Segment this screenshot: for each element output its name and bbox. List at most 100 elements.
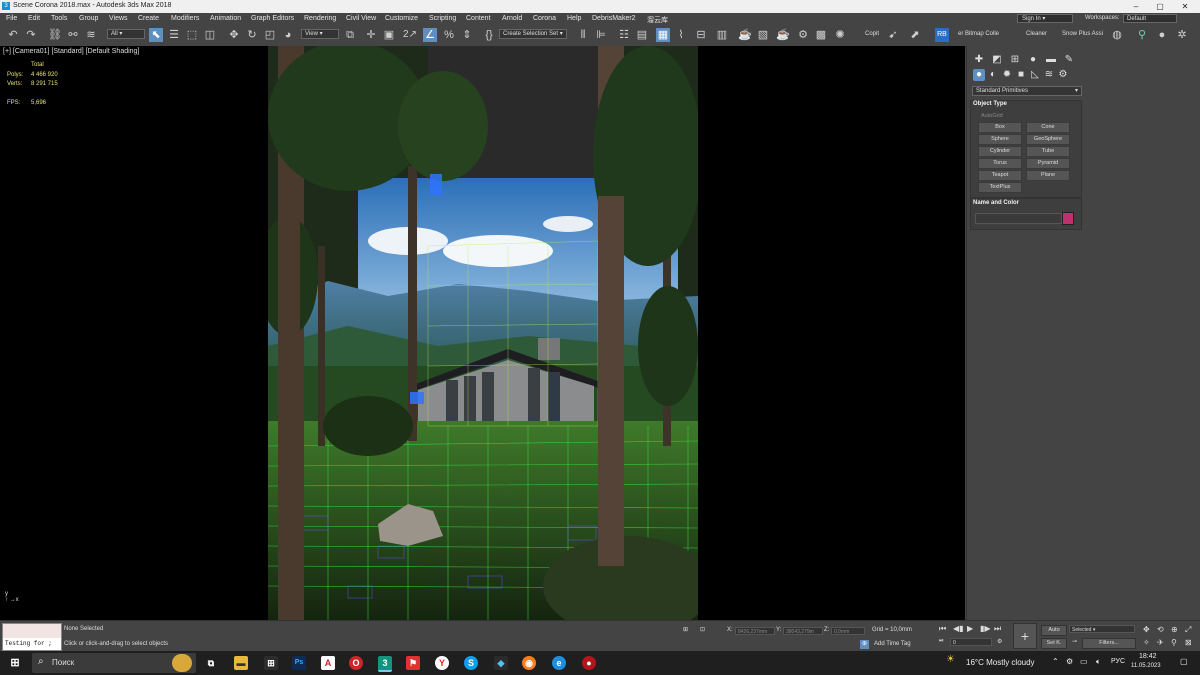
- percent-snap-icon[interactable]: %: [442, 28, 456, 42]
- bind-spacewarp-icon[interactable]: ≋: [84, 28, 98, 42]
- scene-explorer-icon[interactable]: ▦: [656, 28, 670, 42]
- undo-icon[interactable]: ↶: [6, 28, 20, 42]
- rect-selection-icon[interactable]: ⬚: [185, 28, 199, 42]
- dot-icon[interactable]: ●: [1155, 28, 1169, 42]
- motion-tab-icon[interactable]: ●: [1027, 54, 1039, 66]
- cameras-icon[interactable]: ■: [1015, 69, 1027, 81]
- clock-date[interactable]: 11.05.2023: [1131, 663, 1161, 669]
- named-selection-select[interactable]: Create Selection Set ▾: [499, 29, 567, 39]
- menu-graph-editors[interactable]: Graph Editors: [251, 15, 294, 22]
- hierarchy-tab-icon[interactable]: ⊞: [1009, 54, 1021, 66]
- go-to-end-icon[interactable]: ⏭: [994, 624, 1001, 634]
- 3dsmax-taskbar-icon[interactable]: 3: [378, 656, 392, 672]
- pan-view-icon[interactable]: ✥: [1143, 625, 1150, 634]
- rendered-frame-icon[interactable]: ▧: [756, 28, 770, 42]
- record-app-icon[interactable]: ●: [582, 656, 596, 670]
- autogrid-checkbox[interactable]: AutoGrid: [981, 113, 1003, 119]
- teapot-button[interactable]: Teapot: [978, 170, 1022, 181]
- rb-button[interactable]: RB: [935, 28, 949, 42]
- select-by-name-icon[interactable]: ☰: [167, 28, 181, 42]
- workspaces-select[interactable]: Default: [1123, 14, 1177, 23]
- schematic-view-icon[interactable]: ⊟: [694, 28, 708, 42]
- torus-button[interactable]: Torus: [978, 158, 1022, 169]
- taskbar-search[interactable]: ⌕ Поиск: [32, 653, 196, 673]
- select-object-icon[interactable]: ⬉: [149, 28, 163, 42]
- edge-icon[interactable]: e: [552, 656, 566, 670]
- render-cloud-icon[interactable]: ▩: [814, 28, 828, 42]
- set-key-button[interactable]: Set K.: [1041, 638, 1067, 649]
- script-arrow-icon[interactable]: ➹: [886, 28, 900, 42]
- menu-help[interactable]: Help: [567, 15, 581, 22]
- viewport[interactable]: [+] [Camera01] [Standard] [Default Shadi…: [0, 46, 965, 620]
- menu-edit[interactable]: Edit: [28, 15, 40, 22]
- acrobat-icon[interactable]: ⚑: [406, 656, 420, 670]
- camera-render-scene[interactable]: [268, 46, 698, 620]
- systems-icon[interactable]: ⚙: [1057, 69, 1069, 81]
- menu-corona[interactable]: Corona: [533, 15, 556, 22]
- reference-coordinate-select[interactable]: View ▾: [301, 29, 339, 39]
- object-type-title[interactable]: Object Type: [973, 101, 1007, 107]
- menu-views[interactable]: Views: [109, 15, 128, 22]
- menu-cloud-library[interactable]: 溜云库: [647, 15, 668, 25]
- edit-named-selection-icon[interactable]: {}: [482, 28, 496, 42]
- textplus-button[interactable]: TextPlus: [978, 182, 1022, 193]
- coord-y-field[interactable]: 38043,279m: [783, 627, 823, 635]
- cylinder-button[interactable]: Cylinder: [978, 146, 1022, 157]
- windows-start-icon[interactable]: ⊞: [8, 656, 22, 670]
- lights-icon[interactable]: ✹: [1001, 69, 1013, 81]
- corona-render-icon[interactable]: ✺: [833, 28, 847, 42]
- plane-button[interactable]: Plane: [1026, 170, 1070, 181]
- place-icon[interactable]: ◕: [281, 28, 295, 42]
- menu-scripting[interactable]: Scripting: [429, 15, 456, 22]
- menu-rendering[interactable]: Rendering: [304, 15, 336, 22]
- play-icon[interactable]: ▶: [967, 624, 973, 633]
- tube-button[interactable]: Tube: [1026, 146, 1070, 157]
- sphere-button[interactable]: Sphere: [978, 134, 1022, 145]
- viewport-label[interactable]: [+] [Camera01] [Standard] [Default Shadi…: [3, 48, 139, 55]
- dolly-icon[interactable]: ⚲: [1171, 638, 1177, 647]
- file-explorer-icon[interactable]: ▬: [234, 656, 248, 670]
- menu-group[interactable]: Group: [79, 15, 98, 22]
- primitive-category-select[interactable]: Standard Primitives ▾: [972, 86, 1082, 96]
- coord-z-field[interactable]: 0,0mm: [831, 627, 865, 635]
- weather-text[interactable]: 16°C Mostly cloudy: [966, 658, 1035, 667]
- store-icon[interactable]: ⊞: [264, 656, 278, 670]
- toggle-ribbon-icon[interactable]: ▤: [635, 28, 649, 42]
- menu-modifiers[interactable]: Modifiers: [171, 15, 199, 22]
- language-indicator[interactable]: РУС: [1111, 658, 1125, 665]
- display-tab-icon[interactable]: ▬: [1045, 54, 1057, 66]
- helpers-icon[interactable]: ◺: [1029, 69, 1041, 81]
- task-view-icon[interactable]: ⧉: [204, 656, 218, 670]
- window-crossing-icon[interactable]: ◫: [203, 28, 217, 42]
- scale-icon[interactable]: ◰: [263, 28, 277, 42]
- grass-icon[interactable]: ✲: [1175, 28, 1189, 42]
- photoshop-icon[interactable]: Ps: [292, 656, 306, 670]
- box-button[interactable]: Box: [978, 122, 1022, 133]
- notifications-icon[interactable]: ▢: [1180, 657, 1188, 666]
- tray-app-icon[interactable]: ⚙: [1066, 657, 1073, 666]
- selection-filter-select[interactable]: All ▾: [107, 29, 145, 39]
- volume-icon[interactable]: 🔈︎: [1096, 657, 1101, 667]
- spinner-snap-icon[interactable]: ⇕: [460, 28, 474, 42]
- selection-lock-icon[interactable]: ⊡: [700, 626, 705, 633]
- skype-icon[interactable]: S: [464, 656, 478, 670]
- selected-set-select[interactable]: Selected ▾: [1069, 625, 1135, 633]
- pivot-center-icon[interactable]: ⧉: [343, 28, 357, 42]
- bitmap-collector-button[interactable]: er Bitmap Colle: [958, 31, 999, 37]
- geosphere-button[interactable]: GeoSphere: [1026, 134, 1070, 145]
- menu-tools[interactable]: Tools: [51, 15, 67, 22]
- keyboard-shortcut-icon[interactable]: ▣: [382, 28, 396, 42]
- spacewarps-icon[interactable]: ≋: [1043, 69, 1055, 81]
- current-frame-field[interactable]: 0: [950, 638, 992, 646]
- menu-file[interactable]: File: [6, 15, 17, 22]
- render-production-icon[interactable]: ☕: [776, 28, 790, 42]
- snap-toggle-icon[interactable]: 2↗: [403, 28, 417, 42]
- close-button[interactable]: ✕: [1175, 1, 1195, 12]
- yandex-icon[interactable]: Y: [435, 656, 449, 670]
- walkthrough-icon[interactable]: ✈: [1157, 638, 1164, 647]
- menu-content[interactable]: Content: [466, 15, 491, 22]
- curve-editor-icon[interactable]: ⌇: [674, 28, 688, 42]
- coord-x-field[interactable]: 8426,237mm: [735, 627, 775, 635]
- unlink-icon[interactable]: ⚯: [66, 28, 80, 42]
- geometry-icon[interactable]: ●: [973, 69, 985, 81]
